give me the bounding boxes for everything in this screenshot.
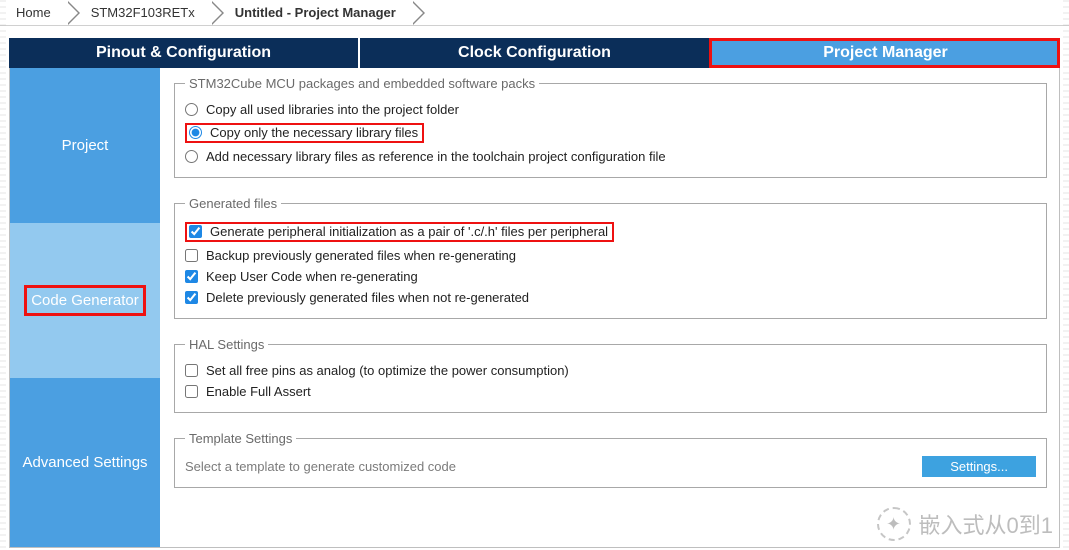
checkbox-input[interactable] (185, 249, 198, 262)
checkbox-label: Delete previously generated files when n… (206, 290, 529, 305)
sidebar-item-code-generator[interactable]: Code Generator (10, 223, 160, 378)
tab-clock-configuration[interactable]: Clock Configuration (358, 38, 709, 68)
fieldset-packages: STM32Cube MCU packages and embedded soft… (174, 76, 1047, 178)
checkbox-input[interactable] (185, 385, 198, 398)
breadcrumb-home[interactable]: Home (4, 2, 69, 24)
fieldset-generated-files: Generated files Generate peripheral init… (174, 196, 1047, 319)
checkbox-input[interactable] (185, 364, 198, 377)
fieldset-hal-settings: HAL Settings Set all free pins as analog… (174, 337, 1047, 413)
breadcrumb-bar: Home STM32F103RETx Untitled - Project Ma… (0, 0, 1069, 26)
sidebar-item-project[interactable]: Project (10, 68, 160, 223)
radio-label: Copy all used libraries into the project… (206, 102, 459, 117)
checkbox-delete-previous[interactable]: Delete previously generated files when n… (185, 287, 1036, 308)
top-tabs: Pinout & Configuration Clock Configurati… (9, 38, 1060, 68)
checkbox-label: Set all free pins as analog (to optimize… (206, 363, 569, 378)
checkbox-backup[interactable]: Backup previously generated files when r… (185, 245, 1036, 266)
content-area: STM32Cube MCU packages and embedded soft… (160, 68, 1059, 547)
checkbox-input[interactable] (189, 225, 202, 238)
highlight-box: Code Generator (24, 285, 146, 316)
checkbox-enable-full-assert[interactable]: Enable Full Assert (185, 381, 1036, 402)
breadcrumb-project[interactable]: Untitled - Project Manager (213, 2, 414, 24)
highlight-box: Generate peripheral initialization as a … (185, 222, 614, 242)
watermark: ✦ 嵌入式从0到1 (877, 507, 1053, 541)
checkbox-input[interactable] (185, 270, 198, 283)
radio-input[interactable] (189, 126, 202, 139)
legend-template: Template Settings (185, 431, 296, 446)
tab-label: Clock Configuration (458, 44, 611, 62)
highlight-box: Copy only the necessary library files (185, 123, 424, 143)
radio-copy-necessary[interactable]: Copy only the necessary library files (189, 125, 418, 140)
checkbox-label: Backup previously generated files when r… (206, 248, 516, 263)
fieldset-template-settings: Template Settings Select a template to g… (174, 431, 1047, 488)
checkbox-keep-user-code[interactable]: Keep User Code when re-generating (185, 266, 1036, 287)
tab-label: Project Manager (823, 44, 947, 62)
tab-label: Pinout & Configuration (96, 44, 271, 62)
radio-copy-all[interactable]: Copy all used libraries into the project… (185, 99, 1036, 120)
breadcrumb-label: STM32F103RETx (91, 5, 195, 20)
radio-label: Add necessary library files as reference… (206, 149, 666, 164)
checkbox-input[interactable] (185, 291, 198, 304)
breadcrumb-label: Untitled - Project Manager (235, 5, 396, 20)
legend-hal: HAL Settings (185, 337, 268, 352)
radio-label: Copy only the necessary library files (210, 125, 418, 140)
checkbox-label: Enable Full Assert (206, 384, 311, 399)
sidebar-item-label: Project (62, 137, 109, 154)
main-panel: Project Code Generator Advanced Settings… (9, 68, 1060, 548)
legend-packages: STM32Cube MCU packages and embedded soft… (185, 76, 539, 91)
breadcrumb-label: Home (16, 5, 51, 20)
legend-generated: Generated files (185, 196, 281, 211)
radio-input[interactable] (185, 103, 198, 116)
sidebar-item-label: Advanced Settings (22, 454, 147, 471)
watermark-text: 嵌入式从0到1 (919, 508, 1053, 540)
wechat-icon: ✦ (877, 507, 911, 541)
tab-project-manager[interactable]: Project Manager (709, 38, 1060, 68)
sidebar-item-advanced-settings[interactable]: Advanced Settings (10, 378, 160, 547)
tab-pinout-configuration[interactable]: Pinout & Configuration (9, 38, 358, 68)
template-hint: Select a template to generate customized… (185, 459, 456, 474)
sidebar: Project Code Generator Advanced Settings (10, 68, 160, 547)
checkbox-generate-pair[interactable]: Generate peripheral initialization as a … (189, 224, 608, 239)
checkbox-label: Generate peripheral initialization as a … (210, 224, 608, 239)
radio-add-reference[interactable]: Add necessary library files as reference… (185, 146, 1036, 167)
sidebar-item-label: Code Generator (31, 292, 139, 309)
checkbox-label: Keep User Code when re-generating (206, 269, 418, 284)
checkbox-free-pins-analog[interactable]: Set all free pins as analog (to optimize… (185, 360, 1036, 381)
breadcrumb-chip[interactable]: STM32F103RETx (69, 2, 213, 24)
settings-button[interactable]: Settings... (922, 456, 1036, 477)
radio-input[interactable] (185, 150, 198, 163)
